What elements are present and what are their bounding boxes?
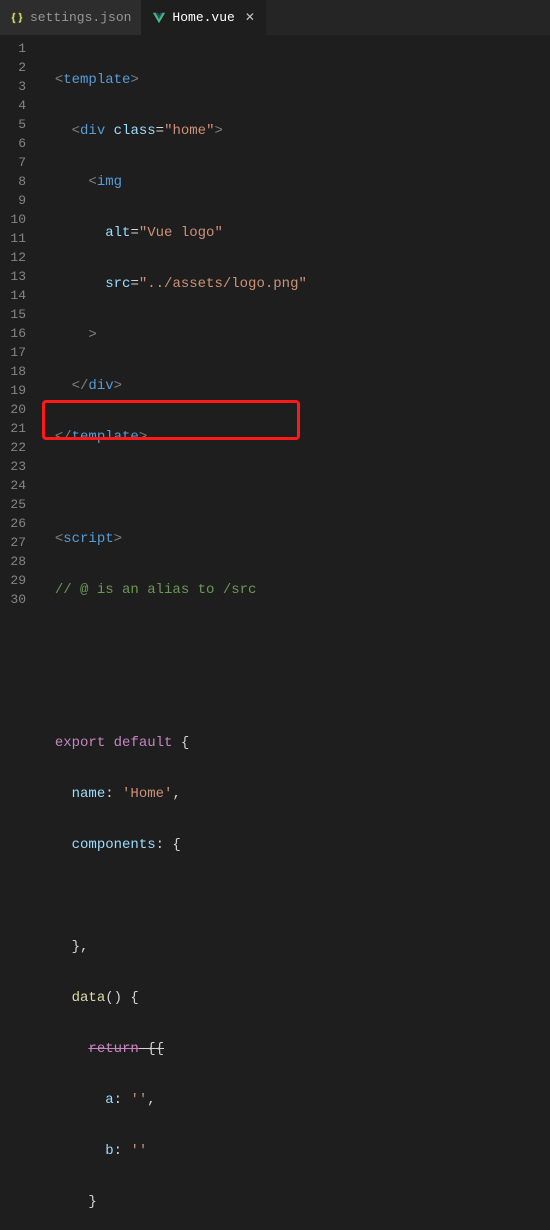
line-number: 28 — [0, 552, 26, 571]
line-number: 25 — [0, 495, 26, 514]
line-number: 27 — [0, 533, 26, 552]
line-number: 5 — [0, 115, 26, 134]
line-number: 15 — [0, 305, 26, 324]
line-number: 16 — [0, 324, 26, 343]
line-number: 8 — [0, 172, 26, 191]
line-number: 29 — [0, 571, 26, 590]
line-number: 30 — [0, 590, 26, 609]
close-icon[interactable]: ✕ — [245, 10, 255, 25]
line-number: 19 — [0, 381, 26, 400]
line-number: 20 — [0, 400, 26, 419]
tab-home-vue[interactable]: Home.vue ✕ — [142, 0, 265, 35]
code-content[interactable]: <template> <div class="home"> <img alt="… — [38, 35, 550, 615]
line-number: 2 — [0, 58, 26, 77]
line-number: 4 — [0, 96, 26, 115]
tab-bar: settings.json Home.vue ✕ — [0, 0, 550, 35]
line-number: 23 — [0, 457, 26, 476]
tab-settings-json[interactable]: settings.json — [0, 0, 142, 35]
line-number: 9 — [0, 191, 26, 210]
line-number: 13 — [0, 267, 26, 286]
line-number: 3 — [0, 77, 26, 96]
line-number: 17 — [0, 343, 26, 362]
line-number: 24 — [0, 476, 26, 495]
line-number: 21 — [0, 419, 26, 438]
line-number: 14 — [0, 286, 26, 305]
line-number-gutter: 1234567891011121314151617181920212223242… — [0, 35, 38, 615]
tab-label: Home.vue — [172, 10, 234, 25]
line-number: 1 — [0, 39, 26, 58]
line-number: 11 — [0, 229, 26, 248]
line-number: 26 — [0, 514, 26, 533]
line-number: 7 — [0, 153, 26, 172]
line-number: 6 — [0, 134, 26, 153]
code-editor[interactable]: 1234567891011121314151617181920212223242… — [0, 35, 550, 615]
line-number: 18 — [0, 362, 26, 381]
braces-icon — [10, 11, 24, 25]
line-number: 10 — [0, 210, 26, 229]
vue-icon — [152, 11, 166, 25]
line-number: 22 — [0, 438, 26, 457]
tab-label: settings.json — [30, 10, 131, 25]
line-number: 12 — [0, 248, 26, 267]
